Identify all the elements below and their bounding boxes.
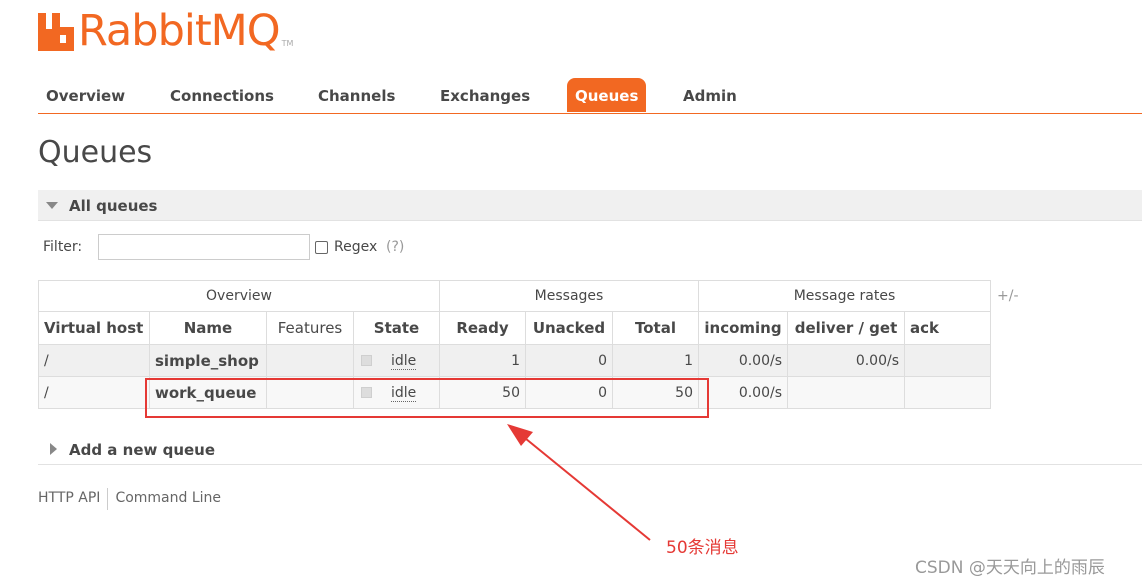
cell-state: idle (353, 344, 440, 377)
state-indicator-icon (361, 387, 372, 398)
cell-unacked: 0 (525, 376, 613, 409)
cell-ack (904, 344, 991, 377)
watermark: CSDN @天天向上的雨辰 (915, 558, 1105, 578)
http-api-link[interactable]: HTTP API (38, 488, 100, 510)
col-total[interactable]: Total (612, 311, 699, 345)
cell-features (266, 344, 354, 377)
cell-ready: 1 (439, 344, 526, 377)
cell-deliver-get (787, 376, 905, 409)
state-text: idle (391, 352, 417, 370)
cell-ready: 50 (439, 376, 526, 409)
add-queue-label: Add a new queue (69, 441, 216, 459)
column-group-row: Overview Messages Message rates (38, 280, 991, 312)
cell-incoming: 0.00/s (698, 376, 788, 409)
table-row[interactable]: / simple_shop idle 1 0 1 0.00/s 0.00/s (38, 344, 991, 377)
cell-vhost: / (38, 376, 150, 409)
state-text: idle (391, 384, 417, 402)
column-header-row: Virtual host Name Features State Ready U… (38, 311, 991, 345)
rabbit-logo-icon (38, 13, 74, 51)
cell-total: 50 (612, 376, 699, 409)
main-tabs: Overview Connections Channels Exchanges … (38, 78, 1142, 114)
col-virtual-host[interactable]: Virtual host (38, 311, 150, 345)
col-state[interactable]: State (353, 311, 440, 345)
annotation-label: 50条消息 (666, 538, 739, 558)
col-ready[interactable]: Ready (439, 311, 526, 345)
cell-unacked: 0 (525, 344, 613, 377)
cell-deliver-get: 0.00/s (787, 344, 905, 377)
col-name[interactable]: Name (149, 311, 267, 345)
regex-label: Regex (334, 239, 378, 255)
queues-table: Overview Messages Message rates Virtual … (38, 280, 991, 409)
footer: HTTP API Command Line (38, 488, 221, 510)
tab-queues[interactable]: Queues (567, 78, 647, 112)
group-message-rates: Message rates (698, 280, 991, 312)
column-options-toggle[interactable]: +/- (997, 288, 1019, 304)
tab-channels[interactable]: Channels (318, 78, 395, 112)
cell-incoming: 0.00/s (698, 344, 788, 377)
cell-features (266, 376, 354, 409)
cell-state: idle (353, 376, 440, 409)
footer-divider (107, 488, 109, 510)
col-deliver-get[interactable]: deliver / get (787, 311, 905, 345)
regex-checkbox[interactable] (315, 241, 328, 254)
command-line-link[interactable]: Command Line (115, 488, 221, 510)
page-title: Queues (38, 135, 153, 170)
all-queues-toggle[interactable]: All queues (38, 190, 1142, 221)
regex-help-link[interactable]: (?) (386, 238, 404, 256)
col-incoming[interactable]: incoming (698, 311, 788, 345)
filter-label: Filter: (43, 239, 83, 255)
queue-name-link[interactable]: simple_shop (149, 344, 267, 377)
triangle-right-icon (50, 443, 57, 455)
section-title: All queues (69, 197, 158, 215)
col-features[interactable]: Features (266, 311, 354, 345)
queue-name-link[interactable]: work_queue (149, 376, 267, 409)
tab-exchanges[interactable]: Exchanges (440, 78, 530, 112)
add-queue-toggle[interactable]: Add a new queue (38, 436, 1142, 465)
triangle-down-icon (46, 202, 58, 209)
col-unacked[interactable]: Unacked (525, 311, 613, 345)
rabbitmq-logo: RabbitMQ TM (38, 8, 293, 54)
group-messages: Messages (439, 280, 699, 312)
tab-overview[interactable]: Overview (46, 78, 125, 112)
tab-admin[interactable]: Admin (683, 78, 737, 112)
logo-trademark: TM (281, 39, 294, 48)
tab-connections[interactable]: Connections (170, 78, 274, 112)
cell-vhost: / (38, 344, 150, 377)
table-row[interactable]: / work_queue idle 50 0 50 0.00/s (38, 376, 991, 409)
group-overview: Overview (38, 280, 440, 312)
logo-text: RabbitMQ (78, 6, 281, 56)
cell-total: 1 (612, 344, 699, 377)
col-ack[interactable]: ack (904, 311, 991, 345)
state-indicator-icon (361, 355, 372, 366)
cell-ack (904, 376, 991, 409)
filter-input[interactable] (98, 234, 310, 260)
